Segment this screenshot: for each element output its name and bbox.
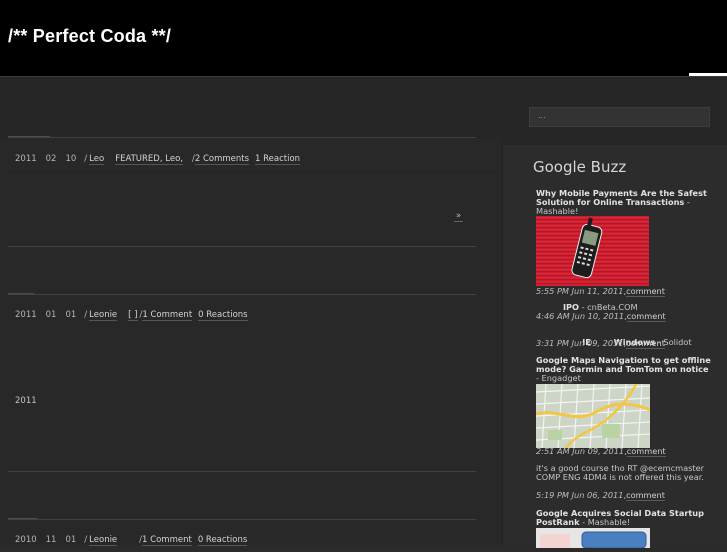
buzz-time: 3:31 PM Jun 09, 2011 — [536, 338, 624, 348]
meta-separator: / — [84, 154, 88, 164]
post-categories-link[interactable]: FEATURED, Leo, — [115, 154, 183, 165]
post-author-link[interactable]: Leonie — [89, 535, 118, 546]
post-divider — [8, 519, 476, 520]
buzz-post-text: it's a good course tho RT @ecemcmaster C… — [536, 463, 705, 482]
post-divider — [8, 137, 476, 138]
search-input[interactable]: ... — [529, 107, 710, 127]
meta-separator: / — [84, 535, 88, 545]
post-meta-underline — [8, 172, 502, 173]
post-date-year: 2011 — [15, 154, 37, 164]
meta-separator: / — [84, 310, 88, 320]
post-reactions-link[interactable]: 1 Reaction — [255, 154, 301, 165]
buzz-thumbnail-map[interactable] — [536, 384, 650, 448]
buzz-title-link[interactable]: Why Mobile Payments Are the Safest Solut… — [536, 188, 707, 207]
buzz-source: - Engadget — [536, 373, 581, 383]
post-reactions-link[interactable]: 0 Reactions — [198, 310, 248, 321]
buzz-item-footer: 3:31 PM Jun 09, 2011,comment — [536, 338, 711, 349]
post-end-divider — [8, 246, 476, 247]
buzz-item: it's a good course tho RT @ecemcmaster C… — [536, 464, 706, 482]
buzz-item: Google Maps Navigation to get offline mo… — [536, 356, 711, 383]
post-author-link[interactable]: Leonie — [89, 310, 118, 321]
app-screenshot-icon — [536, 528, 650, 549]
post-body-text: 2011 — [15, 396, 37, 406]
site-header: /** Perfect Coda **/ — [0, 0, 727, 77]
buzz-comment-link[interactable]: comment — [626, 311, 666, 322]
post-comments-link[interactable]: 1 Comment — [142, 310, 193, 321]
header-accent-line — [689, 73, 727, 76]
buzz-time: 4:46 AM Jun 10, 2011 — [536, 311, 625, 321]
post-date-day: 01 — [65, 535, 77, 545]
post-date-day: 01 — [65, 310, 77, 320]
post-author-link[interactable]: Leo — [89, 154, 105, 165]
post-date-month: 11 — [45, 535, 57, 545]
post-meta: 2011 01 01/Leonie[ ]/1 Comment 0 Reactions — [15, 310, 248, 321]
post-tags-link[interactable]: [ ] — [128, 310, 138, 321]
read-more-link[interactable]: » — [454, 211, 464, 222]
buzz-source: - Mashable! — [579, 517, 631, 527]
site-title[interactable]: /** Perfect Coda **/ — [8, 26, 171, 47]
post-end-divider — [8, 471, 476, 472]
buzz-comment-link[interactable]: comment — [626, 490, 665, 501]
phone-icon — [571, 217, 603, 279]
post-date-month: 02 — [45, 154, 57, 164]
buzz-comment-link[interactable]: comment — [626, 286, 665, 297]
buzz-title-link[interactable]: Google Maps Navigation to get offline mo… — [536, 355, 711, 374]
buzz-item-footer: 4:46 AM Jun 10, 2011,comment — [536, 311, 711, 322]
buzz-comment-link[interactable]: comment — [626, 338, 665, 349]
buzz-thumbnail[interactable] — [536, 528, 650, 549]
buzz-thumbnail-phone[interactable] — [536, 216, 649, 286]
buzz-time: 5:19 PM Jun 06, 2011 — [536, 490, 624, 500]
buzz-item-footer: 5:19 PM Jun 06, 2011,comment — [536, 490, 711, 501]
buzz-item-footer: 5:55 PM Jun 11, 2011,comment — [536, 286, 711, 297]
widget-title: Google Buzz — [533, 158, 627, 176]
buzz-item-footer: 2:51 AM Jun 09, 2011,comment — [536, 446, 711, 457]
post-comments-link[interactable]: 1 Comment — [142, 535, 192, 546]
post-meta: 2010 11 01/Leonie/1 Comment 0 Reactions — [15, 535, 248, 546]
main-content — [0, 138, 502, 545]
post-date-year: 2010 — [15, 535, 37, 545]
post-meta: 2011 02 10/Leo FEATURED, Leo,/2 Comments 1 R… — [15, 154, 301, 165]
post-date-day: 10 — [65, 154, 77, 164]
post-divider — [8, 294, 476, 295]
buzz-time: 2:51 AM Jun 09, 2011 — [536, 446, 625, 456]
post-date-month: 01 — [45, 310, 57, 320]
map-icon — [536, 384, 650, 448]
buzz-item: Google Acquires Social Data Startup Post… — [536, 509, 706, 527]
post-comments-link[interactable]: 2 Comments — [194, 154, 250, 165]
buzz-time: 5:55 PM Jun 11, 2011 — [536, 286, 624, 296]
buzz-item: Why Mobile Payments Are the Safest Solut… — [536, 189, 711, 216]
buzz-comment-link[interactable]: comment — [626, 446, 666, 457]
post-date-year: 2011 — [15, 310, 37, 320]
post-reactions-link[interactable]: 0 Reactions — [197, 535, 248, 546]
